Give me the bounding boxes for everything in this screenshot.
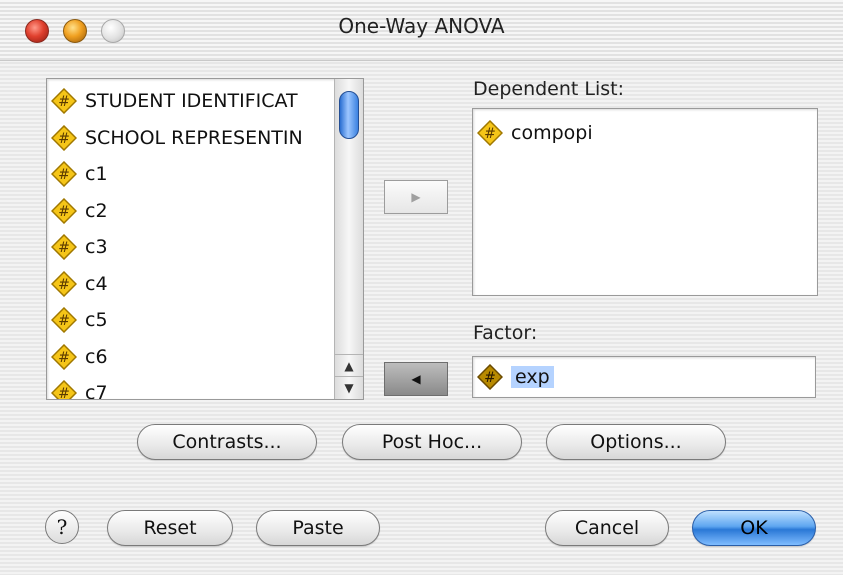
right-arrow-icon: ▶: [411, 190, 421, 204]
svg-text:#: #: [58, 386, 70, 400]
list-item-label: SCHOOL REPRESENTIN: [85, 126, 303, 149]
svg-text:#: #: [58, 240, 70, 256]
reset-button[interactable]: Reset: [107, 510, 233, 546]
list-item[interactable]: # c1: [47, 156, 363, 193]
options-button[interactable]: Options...: [546, 424, 726, 460]
list-item[interactable]: # c5: [47, 302, 363, 339]
scroll-down-arrow-icon[interactable]: ▼: [335, 376, 363, 399]
list-item[interactable]: # compopi: [473, 113, 817, 153]
svg-text:#: #: [58, 350, 70, 366]
source-variable-list[interactable]: # STUDENT IDENTIFICAT # SCHOOL REPRESENT…: [46, 78, 364, 400]
list-item-label: c5: [85, 309, 108, 332]
svg-text:#: #: [58, 94, 70, 110]
numeric-variable-icon: #: [477, 364, 503, 390]
list-item-label: c2: [85, 199, 108, 222]
factor-value: exp: [511, 366, 554, 388]
dependent-list-label: Dependent List:: [473, 78, 625, 100]
contrasts-button[interactable]: Contrasts...: [137, 424, 317, 460]
svg-text:#: #: [484, 126, 496, 142]
numeric-variable-icon: #: [51, 234, 77, 261]
move-factor-back-button[interactable]: ◀: [384, 362, 448, 396]
scrollbar-thumb[interactable]: [339, 91, 359, 139]
list-item[interactable]: # c3: [47, 229, 363, 266]
list-item-label: c7: [85, 382, 108, 400]
numeric-variable-icon: #: [51, 343, 77, 370]
list-scrollbar[interactable]: ▲ ▼: [334, 79, 363, 399]
list-item-label: compopi: [511, 122, 593, 144]
factor-field[interactable]: # exp: [472, 356, 816, 398]
numeric-variable-icon: #: [51, 380, 77, 400]
dependent-list[interactable]: # compopi: [472, 108, 818, 296]
numeric-variable-icon: #: [51, 270, 77, 297]
list-item[interactable]: # SCHOOL REPRESENTIN: [47, 120, 363, 157]
svg-text:#: #: [58, 313, 70, 329]
numeric-variable-icon: #: [51, 161, 77, 188]
list-item[interactable]: # c4: [47, 266, 363, 303]
ok-button[interactable]: OK: [692, 510, 816, 546]
move-to-dependent-button[interactable]: ▶: [384, 180, 448, 214]
list-item[interactable]: # STUDENT IDENTIFICAT: [47, 83, 363, 120]
list-item-label: STUDENT IDENTIFICAT: [85, 90, 298, 113]
paste-button[interactable]: Paste: [256, 510, 380, 546]
list-item[interactable]: # c7: [47, 375, 363, 400]
svg-text:#: #: [58, 131, 70, 147]
svg-text:#: #: [58, 277, 70, 293]
cancel-button[interactable]: Cancel: [545, 510, 669, 546]
list-item[interactable]: # c2: [47, 193, 363, 230]
numeric-variable-icon: #: [51, 307, 77, 334]
list-item[interactable]: # c6: [47, 339, 363, 376]
help-button[interactable]: ?: [45, 510, 79, 544]
svg-text:#: #: [58, 204, 70, 220]
numeric-variable-icon: #: [51, 197, 77, 224]
svg-text:#: #: [58, 167, 70, 183]
numeric-variable-icon: #: [51, 124, 77, 151]
list-item-label: c4: [85, 272, 108, 295]
scroll-up-arrow-icon[interactable]: ▲: [335, 354, 363, 377]
list-item-label: c1: [85, 163, 108, 186]
factor-label: Factor:: [473, 322, 538, 344]
svg-text:#: #: [484, 370, 496, 386]
list-item-label: c6: [85, 345, 108, 368]
left-arrow-icon: ◀: [411, 372, 421, 386]
title-bar: One-Way ANOVA: [0, 0, 843, 61]
post-hoc-button[interactable]: Post Hoc...: [342, 424, 522, 460]
numeric-variable-icon: #: [477, 120, 503, 146]
window-title: One-Way ANOVA: [338, 14, 505, 38]
numeric-variable-icon: #: [51, 88, 77, 115]
list-item-label: c3: [85, 236, 108, 259]
